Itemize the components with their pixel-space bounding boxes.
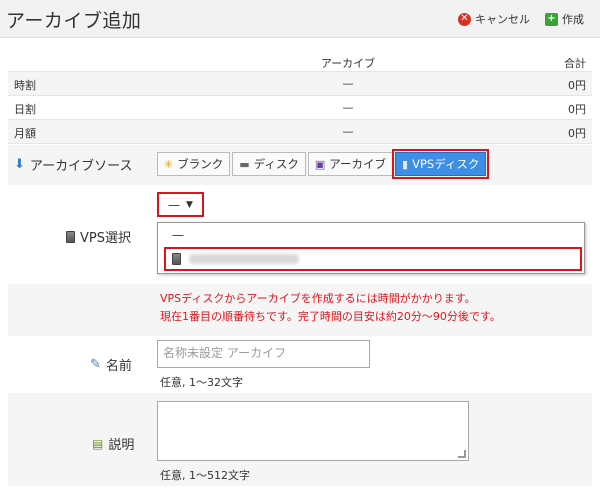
disk-icon: ▬ bbox=[239, 157, 250, 171]
row-label: 月額 bbox=[14, 127, 36, 140]
name-label: ✎ 名前 bbox=[90, 355, 132, 374]
sparkle-icon: ✳ bbox=[164, 157, 174, 171]
archive-source-label: ⬇ アーカイブソース bbox=[14, 155, 132, 174]
description-label-text: 説明 bbox=[108, 438, 135, 453]
vps-options-list: — bbox=[157, 222, 585, 274]
price-table: アーカイブ 合計 時割 — 0円 日割 — 0円 月額 — 0円 bbox=[8, 50, 592, 144]
archive-source-label-text: アーカイブソース bbox=[29, 159, 133, 174]
row-archive-value: — bbox=[342, 101, 354, 114]
warning-text-1: VPSディスクからアーカイブを作成するには時間がかかります。 bbox=[160, 292, 476, 305]
page-title: アーカイブ追加 bbox=[6, 10, 142, 32]
tab-blank-label: ブランク bbox=[177, 157, 224, 171]
row-total-value: 0円 bbox=[568, 79, 586, 92]
server-icon: ▮ bbox=[402, 157, 409, 171]
source-tabs: ✳ ブランク ▬ ディスク ▣ アーカイブ ▮ VPSディスク bbox=[157, 149, 490, 179]
cancel-icon: ✕ bbox=[458, 12, 471, 26]
row-total-value: 0円 bbox=[568, 103, 586, 116]
create-label: 作成 bbox=[562, 13, 584, 26]
name-hint: 任意, 1〜32文字 bbox=[160, 376, 243, 389]
name-input[interactable]: 名称未設定 アーカイフ bbox=[157, 340, 370, 368]
tab-vps-disk-label: VPSディスク bbox=[412, 157, 480, 171]
vps-select-value: — bbox=[168, 197, 181, 212]
name-label-text: 名前 bbox=[105, 359, 132, 374]
tab-blank[interactable]: ✳ ブランク bbox=[157, 152, 231, 176]
table-row: 月額 — 0円 bbox=[8, 120, 592, 144]
save-icon: ▣ bbox=[314, 157, 326, 171]
table-row: 時割 — 0円 bbox=[8, 72, 592, 96]
server-name-blurred bbox=[189, 254, 299, 264]
server-icon bbox=[172, 253, 181, 265]
row-label: 時割 bbox=[14, 79, 36, 92]
plus-icon: + bbox=[545, 12, 558, 26]
tab-disk[interactable]: ▬ ディスク bbox=[232, 152, 306, 176]
description-label: ▤ 説明 bbox=[92, 434, 135, 454]
create-button[interactable]: + 作成 bbox=[545, 11, 584, 27]
tab-archive-label: アーカイブ bbox=[329, 157, 387, 171]
col-total-header: 合計 bbox=[564, 57, 586, 70]
tab-disk-label: ディスク bbox=[253, 157, 299, 171]
col-archive-header: アーカイブ bbox=[320, 57, 376, 70]
cancel-label: キャンセル bbox=[475, 13, 530, 26]
vps-select-label: VPS選択 bbox=[66, 227, 131, 246]
vps-option-empty[interactable]: — bbox=[172, 228, 184, 242]
tab-archive[interactable]: ▣ アーカイブ bbox=[307, 152, 394, 176]
vps-option-server[interactable] bbox=[164, 247, 582, 271]
download-icon: ⬇ bbox=[14, 157, 25, 172]
notepad-icon: ▤ bbox=[92, 436, 104, 451]
description-hint: 任意, 1〜512文字 bbox=[160, 469, 250, 482]
tab-vps-disk[interactable]: ▮ VPSディスク bbox=[392, 149, 490, 179]
row-label: 日割 bbox=[14, 103, 36, 116]
cancel-button[interactable]: ✕ キャンセル bbox=[458, 11, 530, 27]
description-textarea[interactable] bbox=[157, 401, 469, 461]
table-row: 日割 — 0円 bbox=[8, 96, 592, 120]
resize-handle[interactable] bbox=[458, 450, 466, 458]
row-archive-value: — bbox=[342, 125, 354, 138]
row-archive-value: — bbox=[342, 77, 354, 90]
warning-text-2: 現在1番目の順番待ちです。完了時間の目安は約20分〜90分後です。 bbox=[160, 310, 501, 323]
tag-icon: ✎ bbox=[90, 357, 101, 372]
vps-select-label-text: VPS選択 bbox=[80, 231, 131, 246]
chevron-down-icon: ▼ bbox=[186, 199, 193, 210]
row-total-value: 0円 bbox=[568, 127, 586, 140]
server-icon bbox=[66, 230, 75, 243]
name-input-placeholder: 名称未設定 アーカイフ bbox=[163, 346, 287, 360]
header-bar: アーカイブ追加 ✕ キャンセル + 作成 bbox=[0, 0, 600, 38]
vps-select-dropdown[interactable]: — ▼ bbox=[157, 192, 204, 217]
price-table-header: アーカイブ 合計 bbox=[8, 50, 592, 72]
